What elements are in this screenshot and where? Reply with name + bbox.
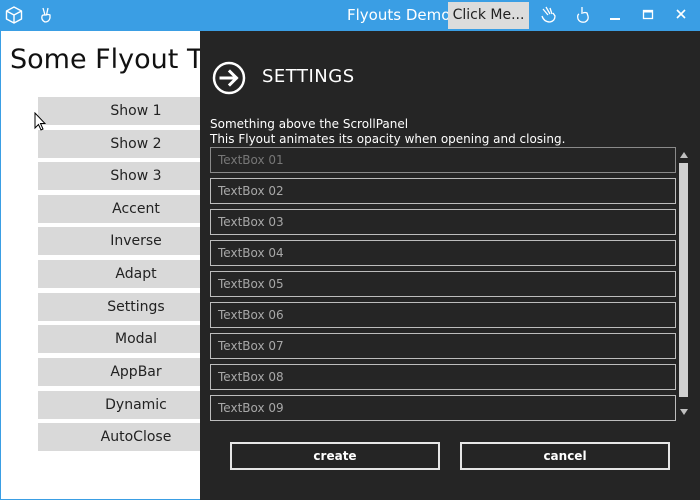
- create-button[interactable]: create: [230, 442, 440, 470]
- textbox-01[interactable]: TextBox 01: [210, 147, 676, 173]
- textbox-03[interactable]: TextBox 03: [210, 209, 676, 235]
- back-arrow-icon[interactable]: [212, 61, 246, 95]
- title-bar: Flyouts Demo Click Me...: [0, 0, 700, 31]
- textbox-04[interactable]: TextBox 04: [210, 240, 676, 266]
- textbox-05[interactable]: TextBox 05: [210, 271, 676, 297]
- maximize-icon[interactable]: [637, 5, 659, 25]
- hand-icon[interactable]: [538, 5, 560, 25]
- textbox-09[interactable]: TextBox 09: [210, 395, 676, 421]
- scroll-down-arrow-icon[interactable]: [680, 409, 688, 415]
- opacity-animation-text: This Flyout animates its opacity when op…: [210, 132, 566, 146]
- app-cube-icon: [5, 6, 23, 24]
- scroll-up-arrow-icon[interactable]: [680, 152, 688, 158]
- hand-point-icon[interactable]: [572, 5, 594, 25]
- close-icon[interactable]: [670, 5, 692, 25]
- page-title: Some Flyout Te: [10, 44, 216, 75]
- cancel-button[interactable]: cancel: [460, 442, 670, 470]
- pin-hand-icon[interactable]: [37, 6, 55, 24]
- flyout-title: SETTINGS: [262, 66, 355, 87]
- textbox-08[interactable]: TextBox 08: [210, 364, 676, 390]
- textbox-06[interactable]: TextBox 06: [210, 302, 676, 328]
- textbox-07[interactable]: TextBox 07: [210, 333, 676, 359]
- scroll-thumb[interactable]: [679, 163, 688, 397]
- click-me-button[interactable]: Click Me...: [448, 2, 529, 29]
- above-scrollpanel-text: Something above the ScrollPanel: [210, 117, 409, 131]
- vertical-scrollbar[interactable]: [676, 149, 690, 422]
- window-title: Flyouts Demo: [347, 6, 451, 24]
- minimize-icon[interactable]: [604, 5, 626, 25]
- settings-flyout: SETTINGS Something above the ScrollPanel…: [200, 31, 700, 500]
- mouse-cursor-icon: [34, 112, 46, 131]
- textbox-02[interactable]: TextBox 02: [210, 178, 676, 204]
